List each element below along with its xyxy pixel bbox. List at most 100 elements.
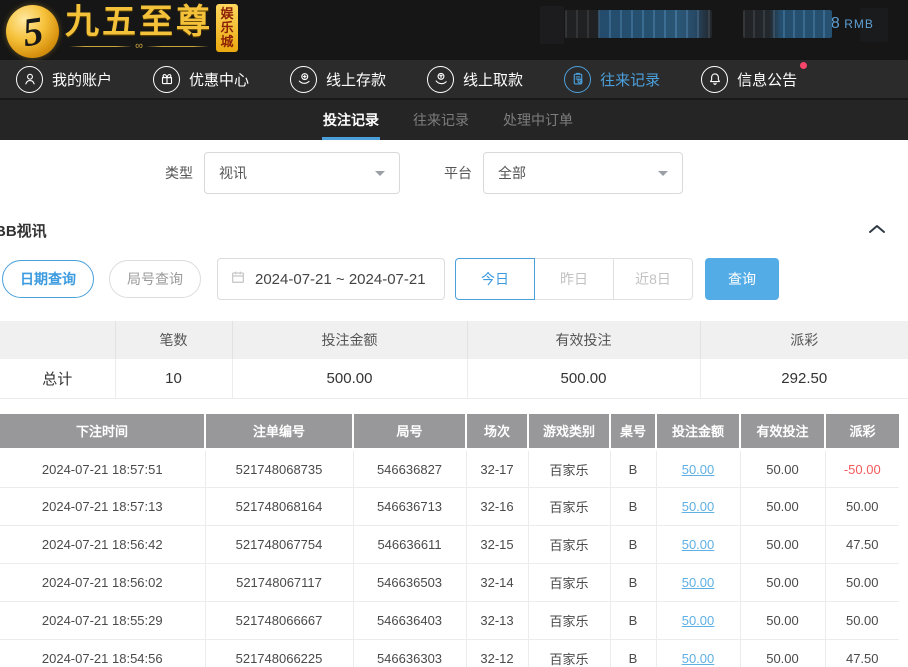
round-query-button[interactable]: 局号查询: [109, 260, 201, 298]
chevron-up-icon[interactable]: [868, 222, 886, 240]
table-no-cell: B: [610, 640, 656, 667]
round-id-cell: 546636611: [353, 526, 466, 564]
game-type-cell: 百家乐: [528, 640, 610, 667]
payout-cell: 50.00: [825, 602, 899, 640]
nav-label: 我的账户: [52, 69, 112, 90]
session-cell: 32-16: [466, 488, 528, 526]
date-range-input[interactable]: 2024-07-21 ~ 2024-07-21: [217, 258, 445, 300]
flourish-line-right: [146, 46, 209, 47]
summary-total-payout: 292.50: [700, 359, 908, 398]
flourish-swirl-icon: ∞: [132, 41, 146, 52]
valid-bet-cell: 50.00: [740, 526, 825, 564]
quick-range-group: 今日 昨日 近8日: [455, 258, 693, 300]
tab-label: 投注记录: [323, 110, 379, 130]
records-icon: [564, 66, 591, 93]
nav-item-announcements[interactable]: 信息公告: [701, 66, 797, 93]
col-session: 场次: [466, 414, 528, 450]
nav-label: 信息公告: [737, 69, 797, 90]
payout-cell: 50.00: [825, 488, 899, 526]
bet-amount-link[interactable]: 50.00: [682, 651, 715, 666]
col-round-id: 局号: [353, 414, 466, 450]
platform-select[interactable]: 全部: [483, 152, 683, 194]
round-id-cell: 546636827: [353, 450, 466, 488]
table-header-row: 下注时间 注单编号 局号 场次 游戏类别 桌号 投注金额 有效投注 派彩: [0, 414, 899, 450]
bet-amount-link[interactable]: 50.00: [682, 575, 715, 590]
bet-time-cell: 2024-07-21 18:56:02: [0, 564, 205, 602]
date-query-button[interactable]: 日期查询: [2, 260, 94, 298]
chevron-down-icon: [658, 171, 668, 176]
round-query-label: 局号查询: [127, 269, 183, 289]
today-label: 今日: [481, 269, 509, 289]
round-id-cell: 546636713: [353, 488, 466, 526]
nav-label: 线上存款: [326, 69, 386, 90]
yesterday-button[interactable]: 昨日: [534, 258, 614, 300]
type-select-value: 视讯: [219, 163, 247, 183]
bet-time-cell: 2024-07-21 18:56:42: [0, 526, 205, 564]
chevron-down-icon: [375, 171, 385, 176]
payout-cell: 50.00: [825, 564, 899, 602]
tab-bet-records[interactable]: 投注记录: [322, 100, 380, 140]
table-row: 2024-07-21 18:57:13 521748068164 5466367…: [0, 488, 899, 526]
notification-dot: [800, 62, 807, 69]
game-type-cell: 百家乐: [528, 564, 610, 602]
gift-icon: [153, 66, 180, 93]
tab-pending-orders[interactable]: 处理中订单: [502, 100, 574, 140]
logo-badge-text: 娱乐城: [220, 7, 234, 49]
payout-cell: 47.50: [825, 526, 899, 564]
yesterday-label: 昨日: [560, 269, 588, 289]
table-no-cell: B: [610, 564, 656, 602]
summary-header-count: 笔数: [115, 321, 232, 359]
platform-label: 平台: [444, 163, 472, 183]
summary-header-payout: 派彩: [700, 321, 908, 359]
session-cell: 32-13: [466, 602, 528, 640]
col-payout: 派彩: [825, 414, 899, 450]
table-row: 2024-07-21 18:57:51 521748068735 5466368…: [0, 450, 899, 488]
nav-item-deposit[interactable]: 线上存款: [290, 66, 386, 93]
order-id-cell: 521748068735: [205, 450, 353, 488]
bet-amount-link[interactable]: 50.00: [682, 499, 715, 514]
last8days-button[interactable]: 近8日: [613, 258, 693, 300]
deposit-icon: [290, 66, 317, 93]
valid-bet-cell: 50.00: [740, 564, 825, 602]
blurred-account-name: [565, 10, 712, 38]
bet-records-table: 下注时间 注单编号 局号 场次 游戏类别 桌号 投注金额 有效投注 派彩 202…: [0, 414, 899, 667]
nav-label: 优惠中心: [189, 69, 249, 90]
round-id-cell: 546636503: [353, 564, 466, 602]
logo-badge: 娱乐城: [216, 4, 238, 52]
summary-total-count: 10: [115, 359, 232, 398]
valid-bet-cell: 50.00: [740, 450, 825, 488]
summary-header-valid: 有效投注: [467, 321, 700, 359]
summary-total-label: 总计: [0, 359, 115, 398]
today-button[interactable]: 今日: [455, 258, 535, 300]
bet-time-cell: 2024-07-21 18:57:51: [0, 450, 205, 488]
nav-item-records[interactable]: 往来记录: [564, 66, 660, 93]
nav-label: 线上取款: [463, 69, 523, 90]
site-logo[interactable]: 5 九五至尊 ∞ 娱乐城: [0, 2, 238, 58]
search-button[interactable]: 查询: [705, 258, 779, 300]
table-no-cell: B: [610, 450, 656, 488]
table-no-cell: B: [610, 602, 656, 640]
col-valid-bet: 有效投注: [740, 414, 825, 450]
nav-item-withdraw[interactable]: 线上取款: [427, 66, 523, 93]
round-id-cell: 546636403: [353, 602, 466, 640]
last8days-label: 近8日: [635, 269, 671, 289]
bet-amount-link[interactable]: 50.00: [682, 462, 715, 477]
col-order-id: 注单编号: [205, 414, 353, 450]
payout-cell: -50.00: [825, 450, 899, 488]
section-title: BB视讯: [0, 223, 47, 240]
type-select[interactable]: 视讯: [204, 152, 400, 194]
summary-total-valid: 500.00: [467, 359, 700, 398]
nav-item-my-account[interactable]: 我的账户: [16, 66, 112, 93]
order-id-cell: 521748066225: [205, 640, 353, 667]
blurred-account-fragment: [540, 6, 564, 44]
table-row: 2024-07-21 18:56:02 521748067117 5466365…: [0, 564, 899, 602]
blurred-balance-amount: [743, 10, 832, 38]
tab-label: 往来记录: [413, 110, 469, 130]
table-row: 2024-07-21 18:54:56 521748066225 5466363…: [0, 640, 899, 667]
bet-amount-link[interactable]: 50.00: [682, 537, 715, 552]
order-id-cell: 521748067754: [205, 526, 353, 564]
bet-amount-link[interactable]: 50.00: [682, 613, 715, 628]
game-type-cell: 百家乐: [528, 602, 610, 640]
nav-item-promotions[interactable]: 优惠中心: [153, 66, 249, 93]
tab-transaction-records[interactable]: 往来记录: [412, 100, 470, 140]
